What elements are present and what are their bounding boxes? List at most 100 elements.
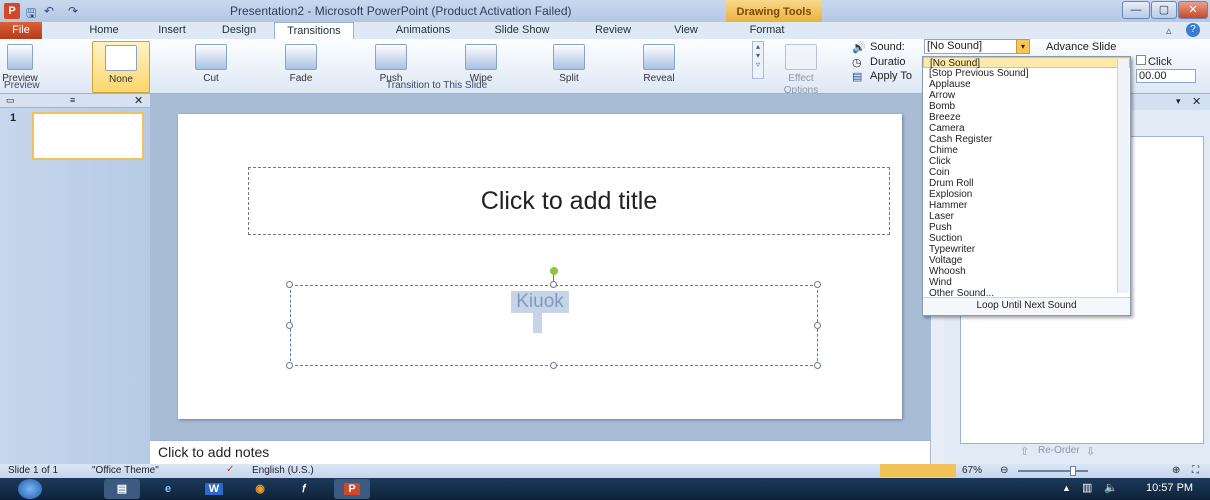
sound-option[interactable]: Bomb <box>923 101 1130 112</box>
sound-option[interactable]: Arrow <box>923 90 1130 101</box>
tab-insert[interactable]: Insert <box>148 22 196 39</box>
sound-option[interactable]: Wind <box>923 277 1130 288</box>
selected-text[interactable]: Kiuok <box>511 291 569 313</box>
sound-option[interactable]: Coin <box>923 167 1130 178</box>
app-taskbar-icon[interactable]: 𝑓 <box>286 479 322 499</box>
slides-panel: ▭ ≡ ✕ 1 <box>0 94 150 466</box>
tab-review[interactable]: Review <box>586 22 640 39</box>
slides-tab-icon[interactable]: ▭ <box>6 95 15 106</box>
zoom-slider-thumb[interactable] <box>1070 466 1076 476</box>
sound-option[interactable]: [No Sound] <box>923 57 1130 69</box>
zoom-level[interactable]: 67% <box>962 465 982 476</box>
media-player-taskbar-icon[interactable]: ◉ <box>242 479 278 499</box>
slide-indicator: Slide 1 of 1 <box>8 465 59 476</box>
reveal-transition-icon <box>643 44 675 70</box>
split-transition-icon <box>553 44 585 70</box>
word-taskbar-icon[interactable]: W <box>196 479 232 499</box>
resize-handle[interactable] <box>286 362 293 369</box>
powerpoint-taskbar-icon[interactable]: P <box>334 479 370 499</box>
gallery-scroll-button[interactable]: ▴ ▾ ▿ <box>752 41 764 79</box>
close-panel-icon[interactable]: ✕ <box>134 94 143 107</box>
sound-option[interactable]: Voltage <box>923 255 1130 266</box>
volume-icon[interactable]: 🔈 <box>1104 481 1118 494</box>
fade-transition-icon <box>285 44 317 70</box>
zoom-in-icon[interactable]: ⊕ <box>1172 465 1180 476</box>
sound-option[interactable]: Chime <box>923 145 1130 156</box>
notes-pane[interactable]: Click to add notes <box>150 440 930 464</box>
sound-option[interactable]: Typewriter <box>923 244 1130 255</box>
tab-home[interactable]: Home <box>80 22 128 39</box>
rotation-handle[interactable] <box>550 267 558 275</box>
tab-design[interactable]: Design <box>212 22 266 39</box>
minimize-ribbon-icon[interactable]: ▵ <box>1166 24 1172 37</box>
resize-handle[interactable] <box>550 281 557 288</box>
sound-option[interactable]: Push <box>923 222 1130 233</box>
sound-option[interactable]: [Stop Previous Sound] <box>923 68 1130 79</box>
tab-transitions[interactable]: Transitions <box>274 22 354 39</box>
sound-option[interactable]: Camera <box>923 123 1130 134</box>
task-pane-close-icon[interactable]: ✕ <box>1192 95 1201 108</box>
view-buttons[interactable] <box>880 464 956 477</box>
resize-handle[interactable] <box>286 322 293 329</box>
minimize-button[interactable]: — <box>1122 1 1150 19</box>
tab-view[interactable]: View <box>664 22 708 39</box>
move-up-icon[interactable]: ⇧ <box>1020 445 1029 458</box>
zoom-out-icon[interactable]: ⊖ <box>1000 465 1008 476</box>
undo-icon[interactable]: ↶ <box>44 4 54 18</box>
tray-arrow-icon[interactable]: ▲ <box>1062 483 1071 493</box>
task-pane-menu-icon[interactable]: ▾ <box>1176 96 1181 107</box>
explorer-taskbar-icon[interactable]: ▤ <box>104 479 140 499</box>
fit-to-window-icon[interactable]: ⛶ <box>1192 465 1199 476</box>
sound-option[interactable]: Hammer <box>923 200 1130 211</box>
resize-handle[interactable] <box>814 362 821 369</box>
sound-option[interactable]: Laser <box>923 211 1130 222</box>
resize-handle[interactable] <box>814 281 821 288</box>
language-indicator[interactable]: English (U.S.) <box>252 465 314 476</box>
sound-label: Sound: <box>870 41 905 53</box>
tab-slide-show[interactable]: Slide Show <box>488 22 556 39</box>
theme-name[interactable]: "Office Theme" <box>92 465 159 476</box>
loop-until-next-sound[interactable]: Loop Until Next Sound <box>923 297 1130 315</box>
network-icon[interactable]: ▥ <box>1082 481 1092 494</box>
sound-option[interactable]: Breeze <box>923 112 1130 123</box>
outline-tab-icon[interactable]: ≡ <box>70 95 75 105</box>
close-button[interactable]: ✕ <box>1178 1 1208 19</box>
sound-dropdown[interactable]: [No Sound] <box>924 39 1022 54</box>
powerpoint-app-icon[interactable]: P <box>4 3 20 19</box>
start-button[interactable] <box>18 479 42 499</box>
sound-option[interactable]: Explosion <box>923 189 1130 200</box>
clock[interactable]: 10:57 PM <box>1146 482 1193 494</box>
title-placeholder[interactable]: Click to add title <box>248 167 890 235</box>
sound-option[interactable]: Whoosh <box>923 266 1130 277</box>
sound-option[interactable]: Suction <box>923 233 1130 244</box>
apply-to-all-button[interactable]: Apply To <box>870 70 912 82</box>
sound-option[interactable]: Click <box>923 156 1130 167</box>
resize-handle[interactable] <box>814 322 821 329</box>
resize-handle[interactable] <box>286 281 293 288</box>
move-down-icon[interactable]: ⇩ <box>1086 445 1095 458</box>
sound-option[interactable]: Applause <box>923 79 1130 90</box>
internet-explorer-taskbar-icon[interactable]: e <box>150 479 186 499</box>
tab-format[interactable]: Format <box>738 22 796 39</box>
zoom-slider[interactable] <box>1018 470 1088 472</box>
sound-option[interactable]: Cash Register <box>923 134 1130 145</box>
slide-workspace: Click to add title Kiuok <box>150 94 930 440</box>
slide-thumbnail[interactable] <box>32 112 144 160</box>
spell-check-icon[interactable]: ✓ <box>226 464 234 475</box>
after-time-input[interactable]: 00.00 <box>1136 69 1196 83</box>
ribbon-tabs: File Home Insert Design Transitions Anim… <box>0 22 1210 39</box>
help-icon[interactable]: ? <box>1186 23 1200 37</box>
tab-animations[interactable]: Animations <box>388 22 458 39</box>
sound-option[interactable]: Drum Roll <box>923 178 1130 189</box>
redo-icon[interactable]: ↷ <box>68 4 78 18</box>
resize-handle[interactable] <box>550 362 557 369</box>
on-mouse-click-checkbox[interactable] <box>1136 55 1146 65</box>
slide-canvas[interactable]: Click to add title Kiuok <box>178 114 902 419</box>
title-bar: P 🖫 ↶ ↷ Presentation2 - Microsoft PowerP… <box>0 0 1210 22</box>
slides-panel-header: ▭ ≡ ✕ <box>0 94 150 108</box>
sound-dropdown-arrow-icon[interactable]: ▾ <box>1016 39 1030 54</box>
tab-file[interactable]: File <box>0 22 42 39</box>
dropdown-scrollbar[interactable] <box>1117 59 1129 293</box>
maximize-button[interactable]: ▢ <box>1151 1 1177 19</box>
status-bar: Slide 1 of 1 "Office Theme" ✓ English (U… <box>0 464 1210 478</box>
